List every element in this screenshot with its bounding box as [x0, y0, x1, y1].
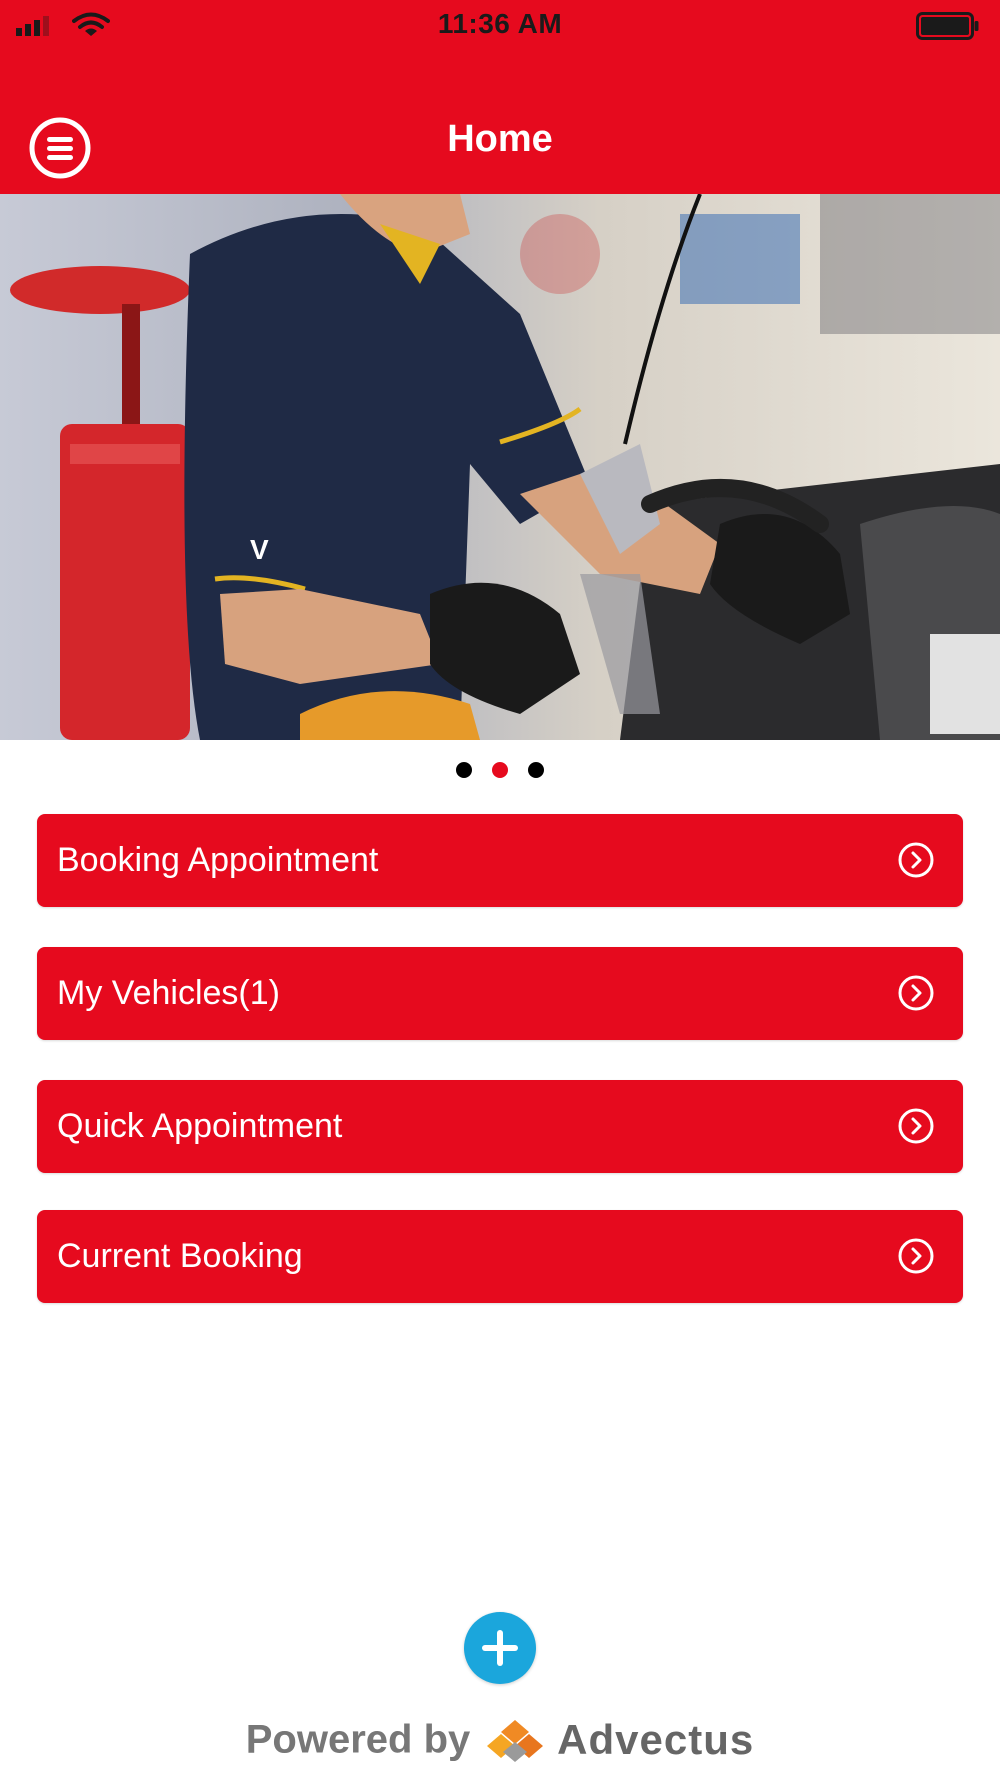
- status-bar: 11:36 AM: [0, 0, 1000, 52]
- carousel-indicator: [0, 762, 1000, 783]
- app-header: 11:36 AM Home: [0, 0, 1000, 194]
- carousel-dot-active[interactable]: [492, 762, 508, 778]
- status-time: 11:36 AM: [437, 8, 563, 39]
- menu-item-label: Current Booking: [57, 1237, 303, 1275]
- powered-by-text: Powered by: [245, 1717, 471, 1762]
- menu-item-label: My Vehicles(1): [57, 974, 280, 1012]
- current-booking-button[interactable]: Current Booking: [37, 1210, 963, 1303]
- menu-item-label: Booking Appointment: [57, 841, 379, 879]
- brand-name: Advectus: [557, 1716, 755, 1763]
- advectus-logo-icon: [486, 1720, 543, 1762]
- mechanic-illustration: V: [0, 194, 1000, 740]
- app-screen: 11:36 AM Home V Booking Appointment My V…: [0, 0, 1000, 1778]
- chevron-right-icon: [898, 1108, 934, 1144]
- hero-banner-image[interactable]: V: [0, 194, 1000, 740]
- powered-by-footer: Powered by Advectus: [0, 1716, 1000, 1766]
- my-vehicles-button[interactable]: My Vehicles(1): [37, 947, 963, 1040]
- carousel-dot[interactable]: [456, 762, 472, 778]
- page-title: Home: [447, 118, 553, 160]
- carousel-dot[interactable]: [528, 762, 544, 778]
- chevron-right-icon: [898, 975, 934, 1011]
- booking-appointment-button[interactable]: Booking Appointment: [37, 814, 963, 907]
- home-menu: Booking Appointment My Vehicles(1) Quick…: [37, 814, 963, 1343]
- chevron-right-icon: [898, 1238, 934, 1274]
- battery-icon: [916, 12, 979, 40]
- quick-appointment-button[interactable]: Quick Appointment: [37, 1080, 963, 1173]
- chevron-right-icon: [898, 842, 934, 878]
- svg-text:V: V: [250, 534, 269, 565]
- add-button[interactable]: [464, 1612, 536, 1684]
- plus-icon-stroke: [497, 1630, 503, 1666]
- menu-item-label: Quick Appointment: [57, 1107, 343, 1145]
